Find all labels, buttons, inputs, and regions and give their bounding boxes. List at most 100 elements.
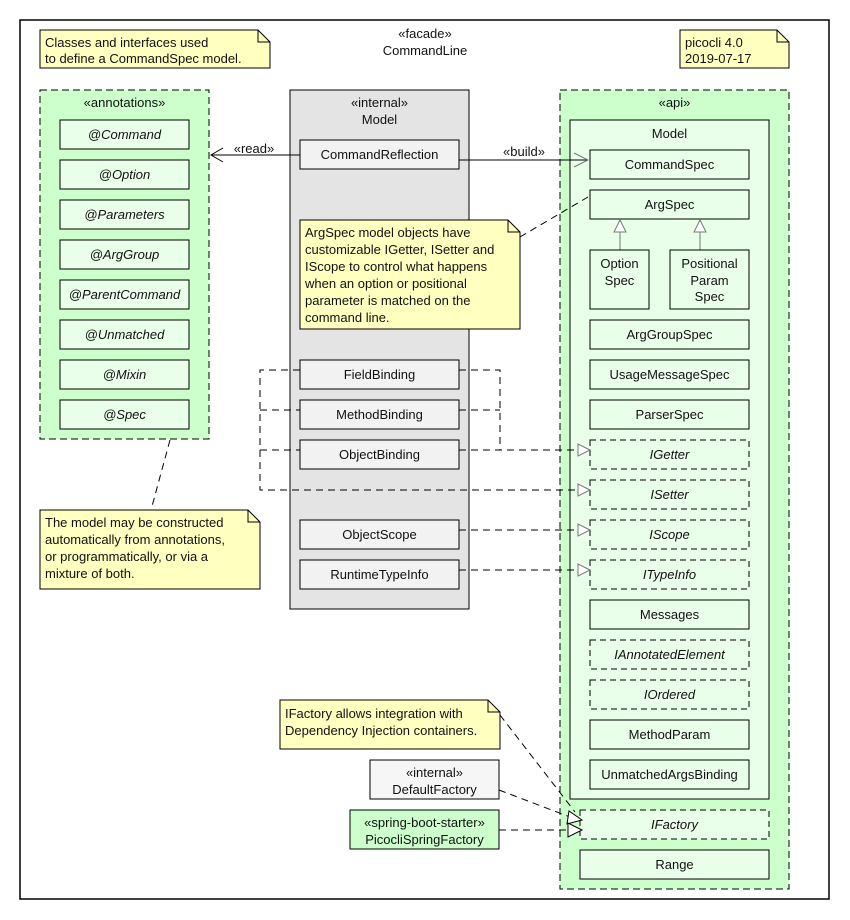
range-label: Range [655, 857, 693, 872]
annotation-label: @ArgGroup [90, 247, 160, 262]
api-model-title: Model [652, 126, 688, 141]
binding-label: FieldBinding [344, 367, 416, 382]
api-class-label: ITypeInfo [643, 567, 696, 582]
annotation-label: @Parameters [84, 207, 165, 222]
default-factory-name: DefaultFactory [392, 782, 477, 797]
note-factory-line-1: IFactory allows integration with [285, 706, 463, 721]
class-command-spec[interactable]: CommandSpec [589, 149, 750, 180]
spring-factory-name: PicocliSpringFactory [365, 832, 484, 847]
note-argspec-line: ArgSpec model objects have [305, 225, 470, 240]
annotation-label: @Spec [103, 407, 146, 422]
facade-stereotype: «facade» [398, 26, 452, 41]
annotation-item[interactable]: @Command [59, 119, 190, 150]
class-command-reflection[interactable]: CommandReflection [299, 139, 460, 170]
binding-class[interactable]: ObjectBinding [299, 439, 460, 470]
class-range[interactable]: Range [579, 849, 770, 880]
uml-diagram: «facade» CommandLine Classes and interfa… [19, 19, 830, 900]
note-argspec-line: parameter is matched on the [305, 293, 470, 308]
class-object-scope[interactable]: ObjectScope [299, 519, 460, 550]
ifactory-label: IFactory [651, 817, 699, 832]
annotation-item[interactable]: @Option [59, 159, 190, 190]
api-class-label: UsageMessageSpec [610, 367, 730, 382]
class-arg-spec[interactable]: ArgSpec [589, 189, 750, 220]
api-package: «api» Model CommandSpec ArgSpec Option S… [559, 89, 790, 890]
note-argspec-line: when an option or positional [304, 276, 467, 291]
annotation-label: @Option [99, 167, 151, 182]
note-factory-line-2: Dependency Injection containers. [285, 723, 477, 738]
binding-class[interactable]: FieldBinding [299, 359, 460, 390]
class-picocli-spring-factory[interactable]: «spring-boot-starter» PicocliSpringFacto… [349, 809, 500, 850]
object-scope-label: ObjectScope [342, 527, 416, 542]
facade-name: CommandLine [383, 43, 468, 58]
annotations-package: «annotations» @Command @Option @Parameters… [39, 89, 210, 440]
api-interface[interactable]: ITypeInfo [589, 559, 750, 590]
note-argspec-line: IScope to control what happens [305, 259, 488, 274]
note-version: picocli 4.0 2019-07-17 [679, 29, 790, 69]
annotation-label: @ParentCommand [69, 287, 181, 302]
command-spec-label: CommandSpec [625, 157, 715, 172]
api-class[interactable]: UsageMessageSpec [589, 359, 750, 390]
positional-spec-label-2: Param [690, 273, 728, 288]
binding-label: MethodBinding [336, 407, 423, 422]
api-interface[interactable]: ISetter [589, 479, 750, 510]
api-class-label: MethodParam [629, 727, 711, 742]
annotation-item[interactable]: @Parameters [59, 199, 190, 230]
note-version-line-1: picocli 4.0 [685, 35, 743, 50]
api-interface[interactable]: IOrdered [589, 679, 750, 710]
annotation-item[interactable]: @Spec [59, 399, 190, 430]
runtime-type-info-label: RuntimeTypeInfo [330, 567, 428, 582]
class-default-factory[interactable]: «internal» DefaultFactory [369, 759, 500, 800]
annotation-label: @Command [88, 127, 162, 142]
positional-spec-label-1: Positional [681, 256, 737, 271]
api-class[interactable]: ArgGroupSpec [589, 319, 750, 350]
api-class-label: IAnnotatedElement [614, 647, 726, 662]
api-class[interactable]: Messages [589, 599, 750, 630]
api-class-label: ISetter [650, 487, 689, 502]
api-interface[interactable]: IGetter [589, 439, 750, 470]
note-model-line: The model may be constructed [45, 515, 223, 530]
class-option-spec[interactable]: Option Spec [589, 249, 650, 310]
annotation-label: @Mixin [103, 367, 147, 382]
api-class[interactable]: ParserSpec [589, 399, 750, 430]
interface-ifactory[interactable]: IFactory [579, 809, 770, 840]
annotation-label: @Unmatched [85, 327, 165, 342]
note-intro: Classes and interfaces used to define a … [39, 29, 271, 69]
api-class-label: IGetter [650, 447, 690, 462]
api-stereotype: «api» [659, 95, 691, 110]
annotation-item[interactable]: @ParentCommand [59, 279, 190, 310]
positional-spec-label-3: Spec [695, 289, 725, 304]
binding-label: ObjectBinding [339, 447, 420, 462]
api-interface[interactable]: IAnnotatedElement [589, 639, 750, 670]
api-class[interactable]: UnmatchedArgsBinding [589, 759, 750, 790]
note-model-line: mixture of both. [45, 566, 135, 581]
option-spec-label-2: Spec [605, 273, 635, 288]
api-class-label: Messages [640, 607, 700, 622]
class-positional-param-spec[interactable]: Positional Param Spec [669, 249, 750, 310]
class-runtime-type-info[interactable]: RuntimeTypeInfo [299, 559, 460, 590]
api-class[interactable]: MethodParam [589, 719, 750, 750]
api-class-label: IScope [649, 527, 689, 542]
option-spec-label-1: Option [600, 256, 638, 271]
internal-model-package: «internal» Model CommandReflection Field… [289, 89, 470, 610]
note-version-line-2: 2019-07-17 [685, 51, 752, 66]
command-reflection-label: CommandReflection [321, 147, 439, 162]
note-model-line: or programmatically, or via a [45, 549, 209, 564]
api-class-label: ArgGroupSpec [627, 327, 713, 342]
note-intro-line-1: Classes and interfaces used [45, 35, 208, 50]
api-class-label: IOrdered [644, 687, 696, 702]
relation-build-label: «build» [503, 144, 545, 159]
annotation-item[interactable]: @Mixin [59, 359, 190, 390]
note-model-line: automatically from annotations, [45, 532, 225, 547]
internal-model-title: Model [362, 112, 398, 127]
annotation-item[interactable]: @ArgGroup [59, 239, 190, 270]
annotation-item[interactable]: @Unmatched [59, 319, 190, 350]
note-argspec-line: customizable IGetter, ISetter and [305, 242, 494, 257]
binding-class[interactable]: MethodBinding [299, 399, 460, 430]
arg-spec-label: ArgSpec [645, 197, 695, 212]
api-class-label: UnmatchedArgsBinding [601, 767, 738, 782]
api-interface[interactable]: IScope [589, 519, 750, 550]
default-factory-stereotype: «internal» [406, 765, 463, 780]
note-intro-line-2: to define a CommandSpec model. [45, 51, 242, 66]
spring-factory-stereotype: «spring-boot-starter» [364, 815, 485, 830]
internal-stereotype: «internal» [351, 95, 408, 110]
